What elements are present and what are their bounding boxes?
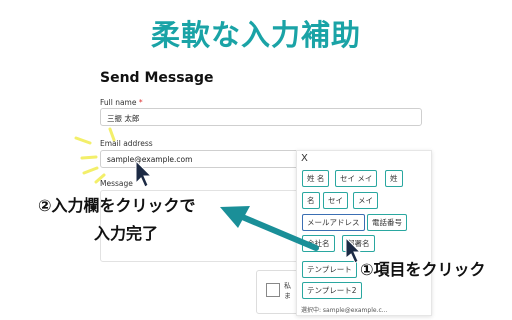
consent-text: 私 ま: [284, 282, 291, 300]
required-mark: *: [138, 98, 143, 107]
chip-email[interactable]: メールアドレス: [302, 214, 365, 231]
form-title: Send Message: [100, 70, 214, 86]
chip-mei[interactable]: 名: [302, 192, 320, 209]
headline-title: 柔軟な入力補助: [150, 18, 361, 52]
callout-click-input: ②入力欄をクリックで: [38, 196, 196, 215]
message-label: Message: [100, 179, 133, 188]
chip-sei-kana[interactable]: セイ: [323, 192, 348, 209]
chip-phone[interactable]: 電話番号: [367, 214, 407, 231]
chip-seimei-kana[interactable]: セイ メイ: [335, 170, 378, 187]
email-label: Email address: [100, 139, 153, 148]
fullname-input[interactable]: 三振 太郎: [100, 108, 422, 126]
chip-company[interactable]: 会社名: [302, 235, 335, 252]
chip-template-1[interactable]: テンプレート: [302, 261, 357, 278]
input-assist-popup: X 姓 名 セイ メイ 姓 名 セイ メイ メールアドレス 電話番号 会社名 部…: [296, 150, 432, 316]
callout-input-complete: 入力完了: [94, 224, 159, 243]
chip-mei-kana[interactable]: メイ: [353, 192, 378, 209]
callout-click-item: ①項目をクリック: [360, 260, 486, 279]
chip-template-2[interactable]: テンプレート2: [302, 282, 362, 299]
chip-department[interactable]: 部署名: [342, 235, 375, 252]
consent-checkbox[interactable]: [266, 283, 280, 297]
chip-seimei[interactable]: 姓 名: [302, 170, 330, 187]
fullname-label: Full name *: [100, 98, 143, 107]
chip-sei[interactable]: 姓: [385, 170, 403, 187]
close-icon[interactable]: X: [301, 153, 308, 164]
popup-status: 選択中: sample@example.c...: [301, 307, 388, 314]
